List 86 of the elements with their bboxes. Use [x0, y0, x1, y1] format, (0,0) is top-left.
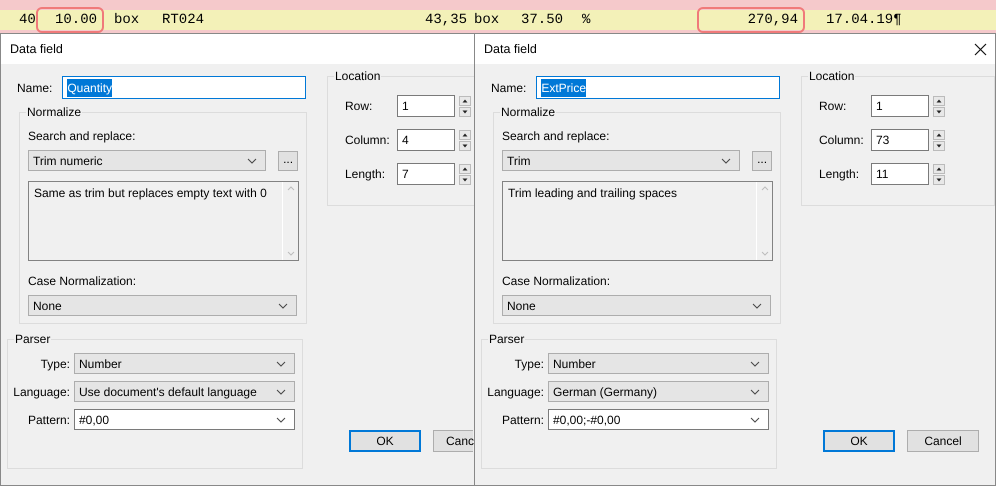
- chevron-down-icon: [276, 388, 286, 394]
- document-text: 37.50: [521, 10, 564, 30]
- dialog-button[interactable]: OK: [349, 430, 421, 452]
- window-title: Data field: [10, 40, 63, 58]
- chevron-down-icon: [721, 158, 732, 164]
- dropdown[interactable]: Number: [74, 353, 295, 374]
- number-input[interactable]: 7: [397, 163, 455, 185]
- name-input[interactable]: ExtPrice: [536, 76, 780, 99]
- field-label: Type:: [514, 356, 544, 372]
- document-text: 17.04.19¶: [826, 10, 902, 30]
- chevron-down-icon: [276, 360, 286, 366]
- spin-up-icon[interactable]: [459, 96, 471, 106]
- group-title: Location: [808, 69, 856, 83]
- field-label: Row:: [345, 98, 374, 115]
- name-value: ExtPrice: [541, 78, 586, 96]
- pattern-combo-field[interactable]: #0,00: [74, 409, 295, 430]
- document-text: box: [114, 10, 140, 30]
- field-label: Name:: [491, 80, 526, 96]
- chevron-down-icon: [750, 416, 760, 422]
- chevron-down-icon: [276, 416, 286, 422]
- field-label: Case Normalization:: [502, 273, 612, 290]
- dropdown[interactable]: German (Germany): [548, 381, 769, 402]
- pattern-combo-field[interactable]: #0,00;-#0,00: [548, 409, 769, 430]
- field-label: Pattern:: [26, 412, 70, 428]
- spin-up-icon[interactable]: [933, 96, 945, 106]
- name-input[interactable]: Quantity: [62, 76, 306, 99]
- field-label: Length:: [345, 166, 386, 183]
- field-label: Pattern:: [500, 412, 544, 428]
- spin-down-icon[interactable]: [933, 106, 945, 116]
- spin-up-icon[interactable]: [459, 164, 471, 174]
- document-text: RT024: [162, 10, 204, 30]
- spin-down-icon[interactable]: [459, 174, 471, 184]
- document-text: 40: [19, 10, 36, 30]
- more-button[interactable]: ...: [752, 150, 772, 170]
- spin-up-icon[interactable]: [459, 130, 471, 140]
- dropdown[interactable]: None: [502, 295, 771, 316]
- dropdown[interactable]: Use document's default language: [74, 381, 295, 402]
- dropdown[interactable]: Trim: [502, 150, 740, 171]
- dropdown[interactable]: Trim numeric: [28, 150, 266, 171]
- spin-down-icon[interactable]: [933, 140, 945, 150]
- group-title: Location: [334, 69, 382, 83]
- document-text: 270,94: [697, 7, 805, 33]
- field-label: Length:: [819, 166, 860, 183]
- close-icon[interactable]: [974, 42, 987, 56]
- chevron-down-icon: [278, 302, 288, 308]
- spin-up-icon[interactable]: [933, 130, 945, 140]
- description-text: Trim leading and trailing spaces: [507, 185, 678, 202]
- number-input[interactable]: 1: [871, 95, 929, 117]
- field-label: Type:: [40, 356, 70, 372]
- name-value: Quantity: [67, 78, 112, 96]
- dialog-button[interactable]: OK: [823, 430, 895, 452]
- window-title: Data field: [484, 40, 537, 58]
- chevron-down-icon: [750, 388, 760, 394]
- field-label: Column:: [345, 132, 391, 149]
- dialog-button[interactable]: Canc: [433, 430, 473, 452]
- number-input[interactable]: 4: [397, 129, 455, 151]
- field-label: Column:: [819, 132, 865, 149]
- group-title: Parser: [488, 332, 526, 346]
- spin-up-icon[interactable]: [933, 164, 945, 174]
- number-input[interactable]: 1: [397, 95, 455, 117]
- group-title: Normalize: [26, 105, 82, 119]
- field-label: Case Normalization:: [28, 273, 138, 290]
- field-label: Name:: [17, 80, 52, 96]
- more-button[interactable]: ...: [278, 150, 298, 170]
- spin-down-icon[interactable]: [459, 140, 471, 150]
- group-title: Parser: [14, 332, 52, 346]
- description-text: Same as trim but replaces empty text with 0: [33, 185, 268, 202]
- number-input[interactable]: 73: [871, 129, 929, 151]
- dialog-button[interactable]: Cancel: [907, 430, 979, 452]
- number-input[interactable]: 11: [871, 163, 929, 185]
- field-label: Search and replace:: [502, 128, 610, 145]
- dropdown[interactable]: None: [28, 295, 297, 316]
- field-label: Language:: [12, 384, 70, 400]
- field-label: Language:: [486, 384, 544, 400]
- spin-down-icon[interactable]: [459, 106, 471, 116]
- chevron-down-icon: [247, 158, 258, 164]
- group-title: Normalize: [500, 105, 556, 119]
- chevron-down-icon: [750, 360, 760, 366]
- chevron-down-icon: [752, 302, 762, 308]
- field-label: Search and replace:: [28, 128, 136, 145]
- spin-down-icon[interactable]: [933, 174, 945, 184]
- document-text: 43,35: [425, 10, 468, 30]
- document-text: box: [474, 10, 500, 30]
- document-text: %: [582, 10, 590, 30]
- field-label: Row:: [819, 98, 848, 115]
- dropdown[interactable]: Number: [548, 353, 769, 374]
